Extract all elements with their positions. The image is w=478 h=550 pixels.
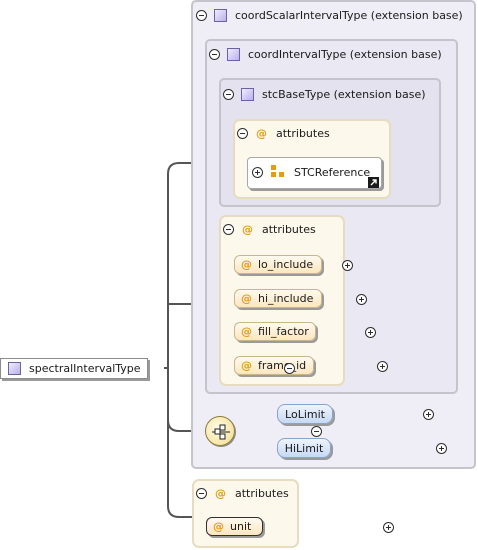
attribute-at-icon: @ bbox=[241, 359, 252, 372]
connector-to-unit-attributes bbox=[167, 420, 192, 518]
attribute-frame-id[interactable]: @ frame_id bbox=[234, 356, 314, 375]
complex-type-icon bbox=[8, 362, 21, 375]
collapse-icon[interactable] bbox=[283, 363, 295, 374]
attribute-at-icon: @ bbox=[213, 520, 224, 533]
expand-icon[interactable] bbox=[383, 522, 394, 533]
collapse-icon[interactable] bbox=[223, 223, 234, 235]
stcreference-label: STCReference bbox=[294, 166, 371, 179]
attribute-group-icon bbox=[271, 165, 287, 179]
attribute-at-icon: @ bbox=[242, 222, 253, 236]
unit-attributes-header: @ attributes bbox=[196, 485, 289, 501]
attribute-label: unit bbox=[230, 520, 252, 533]
attribute-at-icon: @ bbox=[241, 258, 252, 271]
extension-label: coordScalarIntervalType (extension base) bbox=[235, 8, 463, 22]
complex-type-icon bbox=[227, 47, 240, 61]
attribute-at-icon: @ bbox=[241, 325, 252, 338]
attribute-at-icon: @ bbox=[241, 292, 252, 305]
attributes-label: attributes bbox=[262, 222, 316, 236]
attribute-label: hi_include bbox=[258, 292, 314, 305]
extension-label: stcBaseType (extension base) bbox=[262, 87, 426, 101]
expand-icon[interactable] bbox=[435, 443, 447, 454]
attribute-at-icon: @ bbox=[256, 126, 267, 140]
expand-icon[interactable] bbox=[423, 409, 434, 420]
complex-type-icon bbox=[241, 87, 254, 101]
reference-arrow-icon bbox=[368, 177, 379, 188]
extension-coordintervaltype-header: coordIntervalType (extension base) bbox=[209, 46, 442, 62]
attribute-hi-include[interactable]: @ hi_include bbox=[234, 289, 322, 308]
root-type-label: spectralIntervalType bbox=[29, 362, 141, 375]
attribute-at-icon: @ bbox=[215, 486, 226, 500]
collapse-icon[interactable] bbox=[196, 9, 207, 21]
attributes-label: attributes bbox=[276, 126, 330, 140]
interval-attributes-header: @ attributes bbox=[223, 221, 316, 237]
attribute-fill-factor[interactable]: @ fill_factor bbox=[234, 322, 316, 341]
expand-icon[interactable] bbox=[341, 260, 353, 271]
expand-icon[interactable] bbox=[377, 361, 388, 372]
expand-icon[interactable] bbox=[356, 294, 367, 305]
extension-stcbasetype-header: stcBaseType (extension base) bbox=[223, 86, 426, 102]
attribute-lo-include[interactable]: @ lo_include bbox=[234, 255, 322, 274]
collapse-icon[interactable] bbox=[223, 88, 234, 100]
attribute-unit[interactable]: @ unit bbox=[206, 517, 263, 536]
expand-icon[interactable] bbox=[364, 327, 376, 338]
attribute-label: fill_factor bbox=[258, 325, 309, 338]
collapse-icon[interactable] bbox=[209, 48, 220, 60]
collapse-icon[interactable] bbox=[237, 127, 248, 139]
extension-label: coordIntervalType (extension base) bbox=[248, 47, 442, 61]
element-hilimit[interactable]: HiLimit bbox=[277, 438, 331, 458]
collapse-icon[interactable] bbox=[310, 426, 322, 437]
attribute-label: lo_include bbox=[258, 258, 314, 271]
extension-coordscalarintervaltype-header: coordScalarIntervalType (extension base) bbox=[196, 7, 463, 23]
sequence-compositor-icon[interactable] bbox=[205, 416, 235, 446]
root-type-spectralintervaltype[interactable]: spectralIntervalType bbox=[0, 358, 148, 379]
element-label: LoLimit bbox=[285, 407, 325, 421]
attributes-label: attributes bbox=[235, 486, 289, 500]
stc-attributes-header: @ attributes bbox=[237, 125, 330, 141]
expand-icon[interactable] bbox=[252, 167, 263, 178]
complex-type-icon bbox=[214, 8, 227, 22]
element-label: HiLimit bbox=[284, 441, 324, 455]
element-lolimit[interactable]: LoLimit bbox=[277, 404, 333, 424]
collapse-icon[interactable] bbox=[196, 487, 207, 499]
